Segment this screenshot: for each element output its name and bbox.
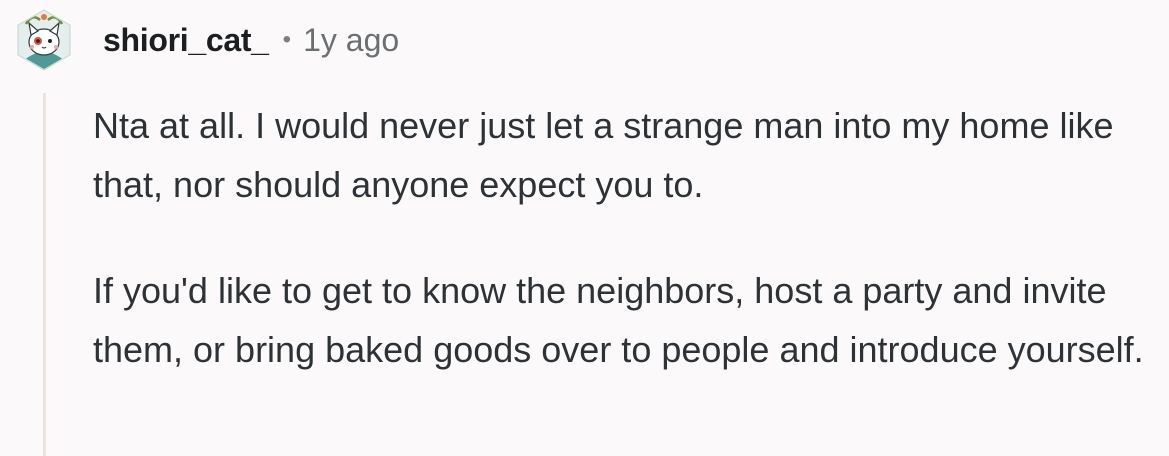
comment-header: shiori_cat_ • 1y ago [12, 8, 399, 72]
cat-avatar-icon[interactable] [12, 8, 76, 72]
comment-paragraph: Nta at all. I would never just let a str… [93, 105, 1114, 205]
comment-timestamp[interactable]: 1y ago [303, 22, 399, 59]
username-link[interactable]: shiori_cat_ [103, 22, 269, 59]
thread-collapse-line[interactable] [43, 93, 46, 456]
comment: shiori_cat_ • 1y ago Nta at all. I would… [0, 0, 1169, 456]
comment-body: Nta at all. I would never just let a str… [93, 96, 1153, 379]
comment-paragraph: If you'd like to get to know the neighbo… [93, 270, 1144, 370]
meta-separator: • [282, 26, 292, 53]
